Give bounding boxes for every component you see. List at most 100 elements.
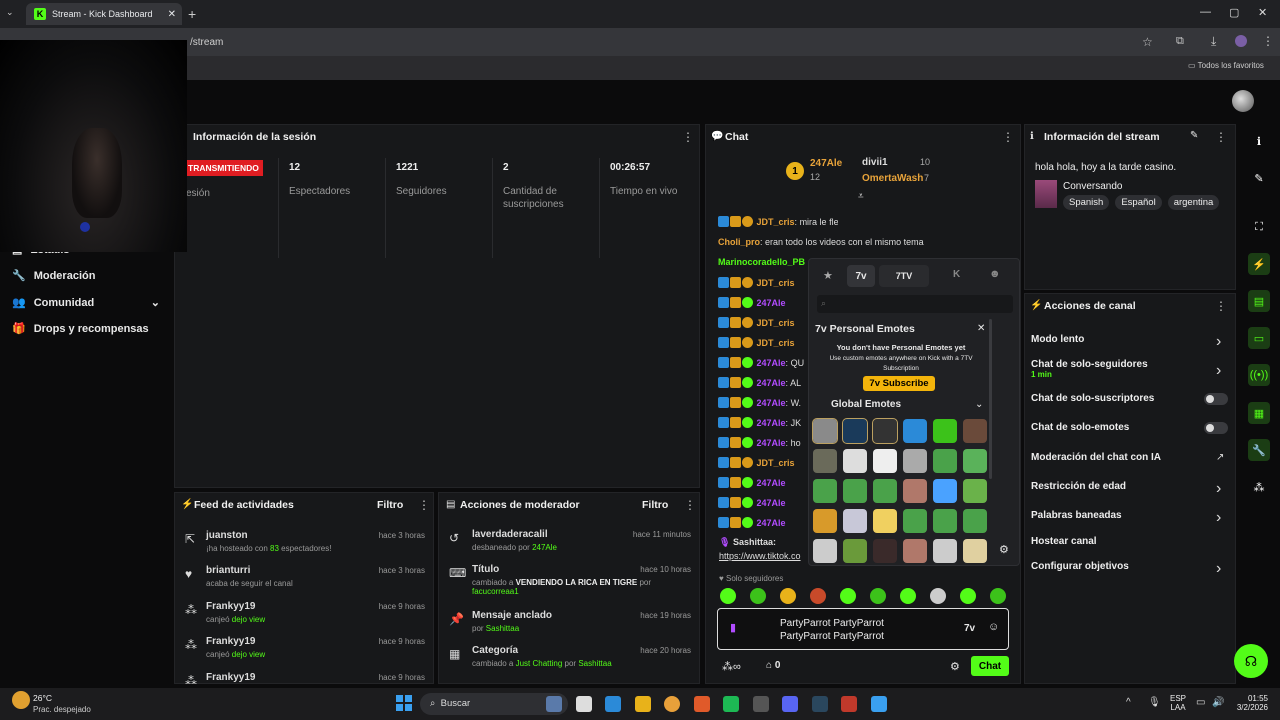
all-favorites-folder[interactable]: ▭ Todos los favoritos: [1188, 61, 1264, 70]
emote[interactable]: [873, 449, 897, 473]
emoji-tab-icon[interactable]: ☻: [989, 268, 1001, 280]
channel-action-item[interactable]: Palabras baneadas: [1031, 510, 1122, 521]
feed-filter-button[interactable]: Filtro: [377, 499, 403, 511]
quick-emote[interactable]: [720, 588, 736, 604]
tag[interactable]: Spanish: [1063, 195, 1110, 210]
quick-emote[interactable]: [750, 588, 766, 604]
emote[interactable]: [842, 418, 868, 444]
7tv-tab-icon[interactable]: 7v: [847, 265, 875, 287]
points-icon[interactable]: ⁂∞: [722, 660, 741, 673]
emote[interactable]: [812, 418, 838, 444]
subscribe-button[interactable]: 7v Subscribe: [863, 376, 935, 391]
epic-games-icon[interactable]: [752, 696, 769, 712]
kick-tab-icon[interactable]: K: [953, 269, 960, 280]
maximize-icon[interactable]: ▢: [1229, 6, 1239, 19]
brave-icon[interactable]: [693, 696, 710, 712]
quick-emote[interactable]: [990, 588, 1006, 604]
channel-action-item[interactable]: Hostear canal: [1031, 536, 1097, 547]
user-avatar[interactable]: [1232, 90, 1254, 112]
emote[interactable]: [963, 419, 987, 443]
emote[interactable]: [903, 509, 927, 533]
emote[interactable]: [813, 539, 837, 563]
emote[interactable]: [963, 479, 987, 503]
category-name[interactable]: Conversando: [1063, 181, 1122, 192]
broadcast-icon[interactable]: ((•)): [1248, 364, 1270, 386]
widgets-icon[interactable]: [546, 696, 562, 712]
chat-settings-icon[interactable]: ⚙: [950, 660, 960, 673]
minimize-icon[interactable]: —: [1200, 6, 1211, 18]
weather-temp[interactable]: 26°C: [33, 693, 52, 703]
emote[interactable]: [933, 509, 957, 533]
task-view-icon[interactable]: [575, 696, 592, 712]
feed-menu-icon[interactable]: ⋮: [418, 498, 430, 512]
top-gifter-2[interactable]: divii1: [862, 157, 888, 168]
chat-link[interactable]: https://www.tiktok.co: [719, 551, 801, 561]
toggle-switch[interactable]: [1204, 422, 1228, 434]
fullscreen-icon[interactable]: ⛶: [1248, 216, 1270, 238]
emote[interactable]: [872, 418, 898, 444]
extensions-icon[interactable]: ⧉: [1176, 35, 1184, 48]
channel-actions-menu-icon[interactable]: ⋮: [1215, 299, 1227, 313]
clock[interactable]: 01:55 3/2/2026: [1234, 694, 1268, 712]
chat-input[interactable]: ▮ PartyParrot PartyParrot PartyParrot Pa…: [717, 608, 1009, 650]
picker-scrollbar[interactable]: [989, 319, 992, 479]
channel-action-item[interactable]: Chat de solo-suscriptores: [1031, 393, 1154, 404]
chat-icon[interactable]: ▭: [1248, 327, 1270, 349]
stream-info-menu-icon[interactable]: ⋮: [1215, 130, 1227, 144]
quick-emote[interactable]: [810, 588, 826, 604]
emoji-icon[interactable]: ☺: [988, 621, 999, 633]
mod-filter-button[interactable]: Filtro: [642, 499, 668, 511]
chrome-icon[interactable]: [664, 696, 680, 712]
download-icon[interactable]: ⤓: [1211, 34, 1216, 49]
emote[interactable]: [933, 539, 957, 563]
emote[interactable]: [843, 509, 867, 533]
7tv-emote-icon[interactable]: 7v: [964, 623, 975, 634]
external-link-icon[interactable]: ↗: [1216, 452, 1224, 463]
spotify-icon[interactable]: [723, 696, 739, 712]
tab-search-icon[interactable]: ⌄: [6, 7, 14, 18]
quick-emote[interactable]: [930, 588, 946, 604]
emote[interactable]: [813, 449, 837, 473]
edge-icon[interactable]: [605, 696, 621, 712]
mod-menu-icon[interactable]: ⋮: [684, 498, 696, 512]
toggle-switch[interactable]: [1204, 393, 1228, 405]
picker-settings-icon[interactable]: ⚙: [999, 543, 1009, 556]
tray-chevron-icon[interactable]: ^: [1126, 697, 1131, 708]
close-window-icon[interactable]: ✕: [1258, 6, 1267, 19]
emote[interactable]: [843, 479, 867, 503]
channel-action-item[interactable]: Moderación del chat con IA: [1031, 452, 1161, 463]
edit-icon[interactable]: ✎: [1190, 130, 1198, 141]
quick-emote[interactable]: [780, 588, 796, 604]
emote[interactable]: [933, 479, 957, 503]
new-tab-icon[interactable]: +: [188, 6, 196, 22]
top-gifter-3[interactable]: OmertaWash: [862, 173, 923, 184]
emote[interactable]: [963, 509, 987, 533]
emote[interactable]: [873, 479, 897, 503]
channel-action-item[interactable]: Chat de solo-emotes: [1031, 422, 1129, 433]
top-gifter-1[interactable]: 247Ale: [810, 158, 842, 169]
send-chat-button[interactable]: Chat: [971, 656, 1009, 676]
channel-action-item[interactable]: Restricción de edad: [1031, 481, 1126, 492]
chevron-down-icon[interactable]: ⌄: [975, 399, 983, 410]
channel-action-item[interactable]: Chat de solo-seguidores 1 min: [1031, 359, 1148, 379]
browser-tab[interactable]: K Stream - Kick Dashboard ✕: [26, 3, 182, 25]
chevron-right-icon[interactable]: ›: [1216, 362, 1221, 380]
info-icon[interactable]: ℹ: [1248, 130, 1270, 152]
emote[interactable]: [873, 539, 897, 563]
quick-emote[interactable]: [960, 588, 976, 604]
session-menu-icon[interactable]: ⋮: [682, 130, 694, 144]
windows-start-icon[interactable]: [396, 695, 412, 711]
emote[interactable]: [873, 509, 897, 533]
sidebar-item-drops[interactable]: 🎁 Drops y recompensas: [12, 322, 149, 336]
channel-action-item[interactable]: Configurar objetivos: [1031, 561, 1129, 572]
quick-emote[interactable]: [840, 588, 856, 604]
wrench-icon[interactable]: 🔧: [1248, 439, 1270, 461]
emote[interactable]: [843, 449, 867, 473]
emote[interactable]: [903, 419, 927, 443]
emote[interactable]: [843, 539, 867, 563]
mic-tray-icon[interactable]: 🎙: [1148, 697, 1161, 708]
app-icon[interactable]: [870, 696, 887, 712]
emote[interactable]: [813, 509, 837, 533]
close-picker-icon[interactable]: ✕: [977, 323, 985, 334]
emote[interactable]: [963, 539, 987, 563]
